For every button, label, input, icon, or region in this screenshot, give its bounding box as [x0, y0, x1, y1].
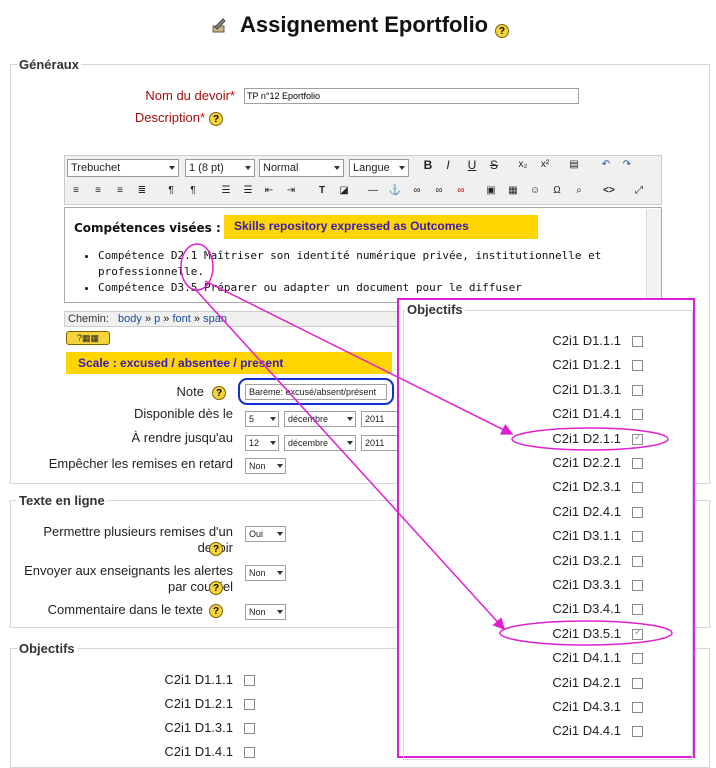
arrow-d21 [204, 280, 514, 435]
annotation-overlay [180, 243, 673, 646]
popup-d351-highlight [499, 620, 673, 646]
arrow-d35 [194, 288, 506, 631]
popup-d211-highlight [511, 427, 669, 451]
